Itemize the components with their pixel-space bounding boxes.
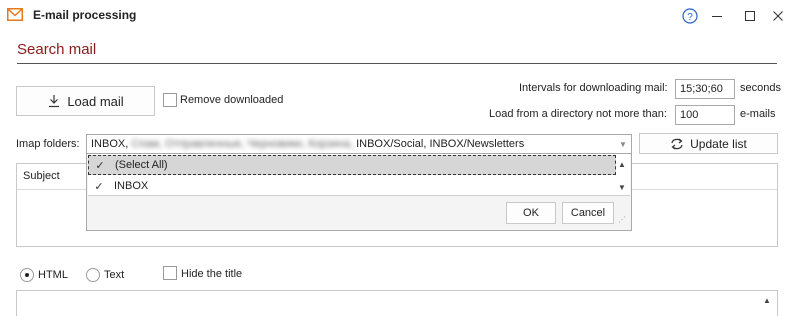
message-body-view[interactable]: ▲ xyxy=(16,290,778,316)
list-item[interactable]: ✓ (Select All) xyxy=(88,155,616,175)
imap-folders-label: Imap folders: xyxy=(16,138,80,150)
imap-folders-select[interactable]: INBOX, Спам, Отправленные, Черновики, Ко… xyxy=(86,134,632,154)
update-list-button[interactable]: Update list xyxy=(639,133,778,154)
resize-grip-icon[interactable]: ⋰ xyxy=(618,216,628,227)
intervals-unit: seconds xyxy=(740,82,781,94)
list-item[interactable]: ✓ INBOX xyxy=(88,176,616,196)
remove-downloaded-checkbox[interactable] xyxy=(163,93,177,107)
text-label: Text xyxy=(104,269,125,281)
folders-list: ✓ (Select All) ✓ INBOX ▲ ▼ xyxy=(88,154,630,196)
list-item-label: INBOX xyxy=(114,180,149,192)
limit-input[interactable]: 100 xyxy=(675,105,735,125)
refresh-icon xyxy=(670,138,684,150)
list-item-label: (Select All) xyxy=(115,159,168,171)
folders-value-prefix: INBOX, xyxy=(91,138,129,150)
html-label: HTML xyxy=(38,269,68,281)
cancel-button[interactable]: Cancel xyxy=(562,202,614,224)
minimize-icon[interactable] xyxy=(707,6,727,26)
intervals-input[interactable]: 15;30;60 xyxy=(675,79,735,99)
load-mail-button[interactable]: Load mail xyxy=(16,86,155,116)
close-icon[interactable] xyxy=(768,6,788,26)
scroll-down-icon[interactable]: ▼ xyxy=(616,181,628,193)
hide-title-label: Hide the title xyxy=(181,268,243,280)
download-icon xyxy=(47,94,61,108)
update-list-label: Update list xyxy=(690,136,747,151)
folders-value-blurred: Спам, Отправленные, Черновики, Корзина, xyxy=(131,138,354,150)
section-title: Search mail xyxy=(17,41,97,58)
envelope-icon xyxy=(7,8,23,21)
remove-downloaded-label: Remove downloaded xyxy=(180,94,284,106)
intervals-label: Intervals for downloading mail: xyxy=(519,82,668,94)
ok-button[interactable]: OK xyxy=(506,202,556,224)
html-radio[interactable] xyxy=(20,268,34,282)
title-bar: E-mail processing ? xyxy=(0,0,794,31)
window-title: E-mail processing xyxy=(33,8,137,22)
checkmark-icon[interactable]: ✓ xyxy=(93,158,107,172)
section-divider xyxy=(17,63,777,64)
chevron-down-icon[interactable]: ▼ xyxy=(615,135,631,153)
load-mail-label: Load mail xyxy=(67,93,124,109)
help-icon[interactable]: ? xyxy=(680,6,700,26)
column-subject[interactable]: Subject xyxy=(23,170,60,182)
hide-title-checkbox[interactable] xyxy=(163,266,177,280)
folders-dropdown: ✓ (Select All) ✓ INBOX ▲ ▼ OK Cancel ⋰ xyxy=(86,153,632,231)
checkmark-icon[interactable]: ✓ xyxy=(92,179,106,193)
maximize-icon[interactable] xyxy=(740,6,760,26)
folders-value-suffix: INBOX/Social, INBOX/Newsletters xyxy=(356,138,525,150)
scroll-up-icon[interactable]: ▲ xyxy=(616,158,628,170)
svg-text:?: ? xyxy=(687,12,693,23)
text-radio[interactable] xyxy=(86,268,100,282)
limit-label: Load from a directory not more than: xyxy=(489,108,667,120)
scroll-up-icon[interactable]: ▲ xyxy=(761,294,773,306)
limit-unit: e-mails xyxy=(740,108,776,120)
